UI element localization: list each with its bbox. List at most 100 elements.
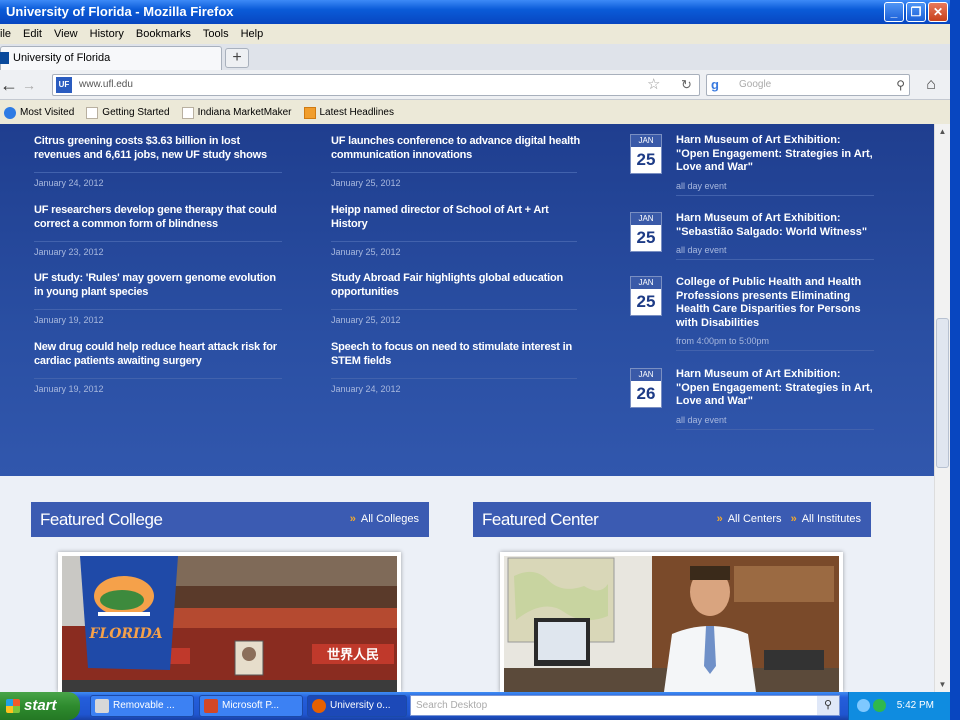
event-title-link[interactable]: Harn Museum of Art Exhibition: "Open Eng… [676,134,874,175]
reload-button[interactable]: ↻ [681,75,692,95]
menu-history[interactable]: History [84,24,130,44]
tab-university-of-florida[interactable]: University of Florida [0,46,222,70]
clock[interactable]: 5:42 PM [897,692,934,720]
news-title-link[interactable]: Study Abroad Fair highlights global educ… [331,271,581,299]
search-placeholder[interactable]: Google [739,75,771,95]
taskbar-item-label: University o... [330,700,391,711]
all-centers-link[interactable]: All Centers [728,513,782,525]
news-item[interactable]: Study Abroad Fair highlights global educ… [331,271,581,340]
featured-center-image[interactable] [500,552,843,692]
news-title-link[interactable]: Speech to focus on need to stimulate int… [331,340,581,368]
security-icon[interactable] [873,699,886,712]
google-icon[interactable]: g [711,78,719,92]
menu-edit[interactable]: Edit [17,24,48,44]
news-item[interactable]: Citrus greening costs $3.63 billion in l… [34,134,284,203]
bookmark-indiana-marketmaker[interactable]: Indiana MarketMaker [178,106,296,119]
url-bar[interactable]: UF www.ufl.edu ☆ ↻ [52,74,700,96]
menu-view[interactable]: View [48,24,84,44]
desktop-search-input[interactable]: Search Desktop ⚲ [410,695,840,716]
all-institutes-link[interactable]: All Institutes [802,513,861,525]
divider [34,172,282,173]
calendar-icon: JAN 26 [630,368,662,408]
rss-icon [303,106,316,119]
vertical-scrollbar[interactable]: ▲ ▼ [934,124,950,692]
url-text[interactable]: www.ufl.edu [79,75,133,95]
flag-text: FLORIDA [88,626,162,642]
scrollbar-thumb[interactable] [936,318,949,468]
news-title-link[interactable]: UF launches conference to advance digita… [331,134,581,162]
news-item[interactable]: New drug could help reduce heart attack … [34,340,284,409]
taskbar-item-label: Microsoft P... [222,700,280,711]
search-icon[interactable]: ⚲ [896,75,905,95]
featured-college-photo: 世界人民 FLORIDA [62,556,397,692]
search-icon[interactable]: ⚲ [817,696,839,715]
bookmark-latest-headlines[interactable]: Latest Headlines [300,106,399,119]
double-chevron-icon: » [349,513,356,525]
menu-tools[interactable]: Tools [197,24,235,44]
news-title-link[interactable]: Citrus greening costs $3.63 billion in l… [34,134,284,162]
window-border [950,0,960,720]
event-title-link[interactable]: College of Public Health and Health Prof… [676,276,874,330]
bookmark-getting-started[interactable]: Getting Started [82,106,173,119]
site-identity-icon[interactable]: UF [56,77,72,93]
taskbar-item-powerpoint[interactable]: Microsoft P... [199,695,303,717]
news-events-section: Citrus greening costs $3.63 billion in l… [0,124,934,476]
event-title-link[interactable]: Harn Museum of Art Exhibition: "Sebastiã… [676,212,874,239]
network-icon[interactable] [857,699,870,712]
bookmark-most-visited[interactable]: Most Visited [0,106,78,119]
news-item[interactable]: UF study: 'Rules' may govern genome evol… [34,271,284,340]
news-date: January 23, 2012 [34,246,104,257]
divider [34,309,282,310]
minimize-button[interactable]: _ [884,2,904,22]
taskbar-item-label: Removable ... [113,700,175,711]
news-title-link[interactable]: UF researchers develop gene therapy that… [34,203,284,231]
new-tab-button[interactable]: + [225,48,249,68]
event-item[interactable]: JAN 25 College of Public Health and Heal… [630,276,874,368]
tab-label: University of Florida [13,52,111,64]
event-item[interactable]: JAN 25 Harn Museum of Art Exhibition: "S… [630,212,874,276]
banner-text: 世界人民 [327,647,379,663]
calendar-month: JAN [631,277,661,289]
news-column-left: Citrus greening costs $3.63 billion in l… [34,134,284,408]
forward-button[interactable]: → [22,74,42,96]
all-colleges-link[interactable]: All Colleges [361,513,419,525]
bookmark-star-icon[interactable]: ☆ [647,75,660,95]
desktop-search-placeholder[interactable]: Search Desktop [416,696,487,716]
news-title-link[interactable]: New drug could help reduce heart attack … [34,340,284,368]
divider [676,259,874,260]
news-column-middle: UF launches conference to advance digita… [331,134,581,408]
divider [676,428,874,430]
news-item[interactable]: Speech to focus on need to stimulate int… [331,340,581,409]
news-item[interactable]: Heipp named director of School of Art + … [331,203,581,272]
taskbar-item-firefox[interactable]: University o... [307,695,407,717]
calendar-icon: JAN 25 [630,212,662,252]
home-button[interactable]: ⌂ [918,74,944,96]
featured-college-image[interactable]: 世界人民 FLORIDA [58,552,401,692]
news-date: January 24, 2012 [34,178,104,188]
event-time: from 4:00pm to 5:00pm [676,336,770,346]
news-date: January 25, 2012 [331,315,401,325]
system-tray: 5:42 PM [848,692,950,720]
divider [676,350,874,351]
start-button[interactable]: start [0,692,80,720]
scroll-up-icon[interactable]: ▲ [935,124,950,139]
news-title-link[interactable]: UF study: 'Rules' may govern genome evol… [34,271,284,299]
event-item[interactable]: JAN 25 Harn Museum of Art Exhibition: "O… [630,134,874,212]
page-icon [181,106,194,119]
menu-file[interactable]: ile [0,24,17,44]
maximize-button[interactable]: ❐ [906,2,926,22]
news-title-link[interactable]: Heipp named director of School of Art + … [331,203,581,231]
close-button[interactable]: ✕ [928,2,948,22]
event-item[interactable]: JAN 26 Harn Museum of Art Exhibition: "O… [630,368,874,438]
news-item[interactable]: UF researchers develop gene therapy that… [34,203,284,272]
event-time: all day event [676,414,727,425]
menu-help[interactable]: Help [235,24,270,44]
taskbar-item-removable[interactable]: Removable ... [90,695,194,717]
back-button[interactable]: ← [0,74,20,96]
scroll-down-icon[interactable]: ▼ [935,677,950,692]
menu-bookmarks[interactable]: Bookmarks [130,24,197,44]
event-title-link[interactable]: Harn Museum of Art Exhibition: "Open Eng… [676,368,874,409]
news-item[interactable]: UF launches conference to advance digita… [331,134,581,203]
search-bar[interactable]: g Google ⚲ [706,74,910,96]
events-list: JAN 25 Harn Museum of Art Exhibition: "O… [630,134,874,438]
